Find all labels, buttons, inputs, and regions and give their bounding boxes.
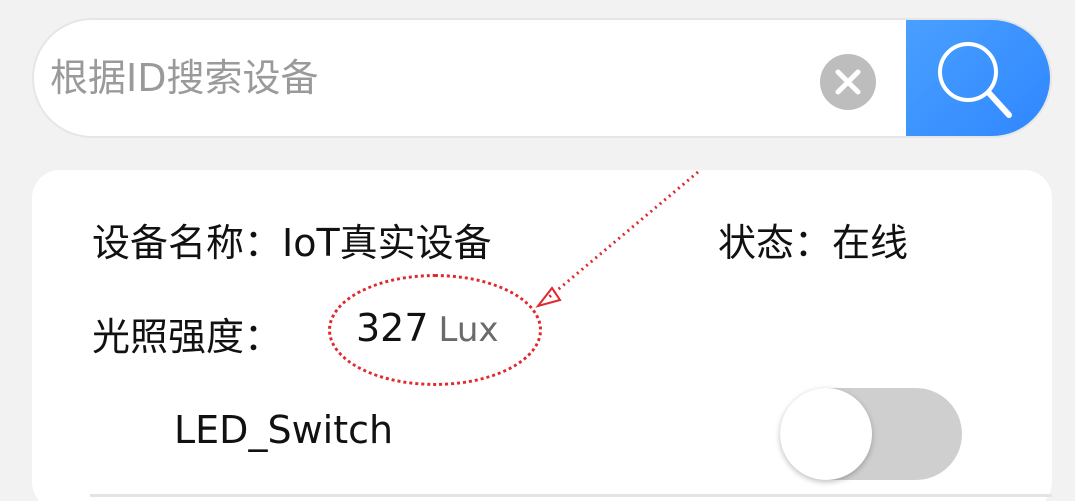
device-status-label: 状态：: [718, 221, 833, 265]
light-intensity-label: 光照强度：: [92, 315, 283, 359]
device-page: 设备名称：IoT真实设备 状态：在线 光照强度： 327Lux LED_Swit…: [0, 0, 1075, 501]
led-switch-label: LED_Switch: [174, 408, 394, 452]
annotation-ellipse: [328, 274, 542, 386]
device-status-row: 状态：在线: [718, 212, 908, 267]
toggle-knob: [780, 388, 872, 480]
clear-search-button[interactable]: [820, 54, 876, 110]
search-input[interactable]: [34, 20, 904, 136]
device-status-value: 在线: [832, 221, 909, 265]
led-switch-toggle[interactable]: [780, 388, 962, 480]
divider: [90, 494, 1052, 497]
search-button[interactable]: [906, 20, 1050, 136]
search-bar: [32, 18, 1052, 138]
search-icon: [938, 42, 1012, 118]
device-name-label: 设备名称：: [92, 221, 283, 265]
clear-icon: [835, 69, 861, 95]
device-name-row: 设备名称：IoT真实设备: [92, 212, 492, 267]
device-card: 设备名称：IoT真实设备 状态：在线 光照强度： 327 Lux LED_Swit…: [32, 170, 1052, 501]
device-name-value: IoT真实设备: [282, 221, 492, 265]
